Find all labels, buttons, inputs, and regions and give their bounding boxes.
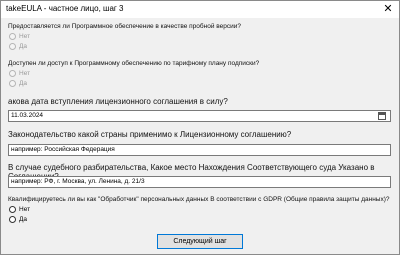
effective-date-picker[interactable]: 11.03.2024	[8, 110, 391, 122]
radio-button[interactable]	[9, 33, 16, 40]
title-bar: takeEULA - частное лицо, шаг 3 ✕	[1, 1, 399, 18]
radio-label: Нет	[19, 206, 31, 213]
court-location-input[interactable]: например: РФ, г. Москва, ул. Ленина, д. …	[8, 176, 391, 188]
radio-button[interactable]	[9, 43, 16, 50]
calendar-icon[interactable]	[378, 112, 386, 120]
date-value: 11.03.2024	[11, 112, 44, 119]
radio-button[interactable]	[9, 80, 16, 87]
question-effective-date: акова дата вступления лицензионного согл…	[8, 97, 228, 106]
radio-label: Да	[19, 80, 28, 87]
radio-button[interactable]	[9, 216, 16, 223]
question-subscription-access: Доступен ли доступ к Программному обеспе…	[8, 60, 260, 67]
question-gdpr-processor: Квалифицируетесь ли вы как "Обработчик" …	[8, 196, 390, 203]
subscription-yes-option[interactable]: Да	[9, 79, 27, 88]
radio-button[interactable]	[9, 206, 16, 213]
radio-label: Нет	[19, 70, 31, 77]
governing-law-input[interactable]: например: Российская Федерация	[8, 144, 391, 156]
question-governing-law: Законодательство какой страны применимо …	[8, 130, 292, 139]
gdpr-yes-option[interactable]: Да	[9, 215, 27, 224]
trial-yes-option[interactable]: Да	[9, 42, 27, 51]
gdpr-no-option[interactable]: Нет	[9, 205, 30, 214]
radio-label: Нет	[19, 33, 31, 40]
close-icon[interactable]: ✕	[381, 2, 395, 16]
radio-button[interactable]	[9, 70, 16, 77]
app-window: takeEULA - частное лицо, шаг 3 ✕ Предост…	[0, 0, 400, 255]
question-trial-version: Предоставляется ли Программное обеспечен…	[8, 23, 242, 30]
radio-label: Да	[19, 43, 28, 50]
radio-label: Да	[19, 216, 28, 223]
trial-no-option[interactable]: Нет	[9, 32, 30, 41]
window-title: takeEULA - частное лицо, шаг 3	[6, 4, 124, 13]
subscription-no-option[interactable]: Нет	[9, 69, 30, 78]
next-step-button[interactable]: Следующий шаг	[157, 234, 243, 249]
